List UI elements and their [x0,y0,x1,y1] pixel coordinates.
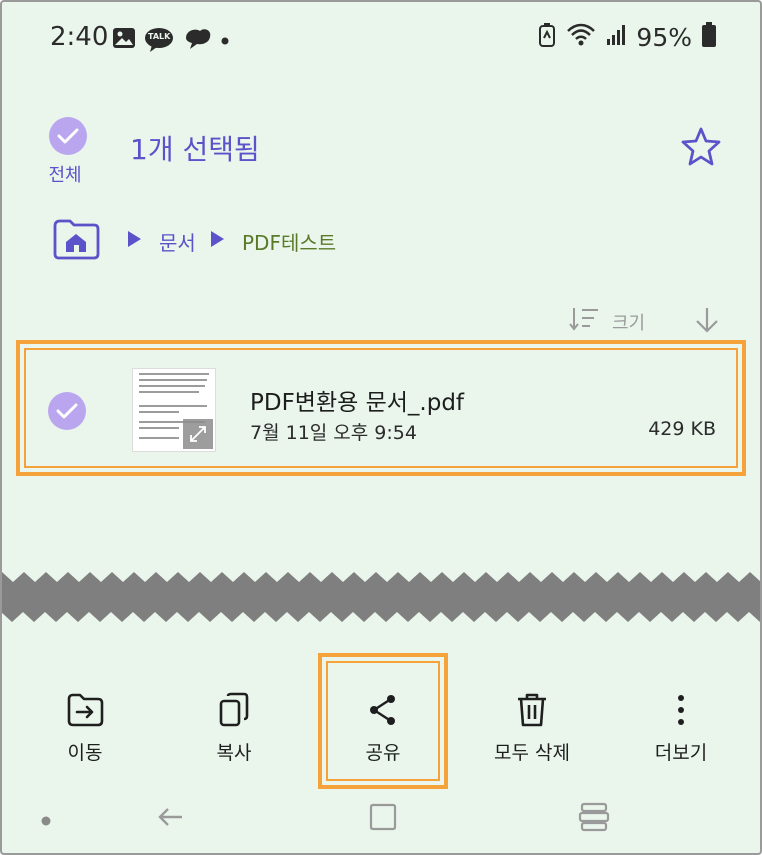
breadcrumb-arrow-icon [211,231,224,247]
file-selected-check-icon[interactable] [48,392,86,430]
delete-all-label: 모두 삭제 [494,742,570,764]
breadcrumb-arrow-icon [128,231,141,247]
expand-preview-icon[interactable] [183,419,213,449]
talk-badge-text: TALK [148,32,171,41]
dot-icon [220,31,230,50]
share-button[interactable]: 공유 [323,690,443,765]
breadcrumb-item-documents[interactable]: 문서 [159,227,196,256]
sort-by-button[interactable]: 크기 [568,306,645,337]
nav-home-icon[interactable] [368,802,398,836]
copy-label: 복사 [216,742,252,764]
more-label: 더보기 [654,742,708,764]
status-right: 95% [538,22,716,52]
home-folder-button[interactable] [52,218,100,264]
file-date: 7월 11일 오후 9:54 [250,422,417,444]
screen-frame: 2:40 TALK 95% 전체 1개 선택됨 문서 PDF테스트 크기 PDF… [0,0,762,855]
copy-button[interactable]: 복사 [174,690,294,765]
breadcrumb-item-pdftest[interactable]: PDF테스트 [242,227,336,256]
sort-icon [568,306,600,337]
delete-all-button[interactable]: 모두 삭제 [472,690,592,765]
battery-saver-icon [538,22,556,52]
select-all-check-icon [49,117,87,155]
move-folder-icon [25,690,145,730]
share-label: 공유 [365,742,401,764]
sort-label: 크기 [612,312,646,334]
share-icon [323,690,443,730]
battery-percent: 95% [636,22,692,52]
nav-dot-icon[interactable] [40,812,52,831]
notification-icons: TALK [112,26,230,54]
chat-bubble-icon [182,26,212,54]
select-all-label: 전체 [48,165,82,186]
move-button[interactable]: 이동 [25,690,145,765]
nav-back-icon[interactable] [156,802,186,836]
pdf-thumbnail [132,368,216,452]
wifi-icon [566,23,596,51]
favorite-star-icon[interactable] [680,126,722,170]
select-all-toggle[interactable]: 전체 [46,117,90,187]
torn-edge-divider [2,572,760,622]
file-size: 429 KB [648,418,716,440]
battery-icon [702,22,716,52]
file-name: PDF변환용 문서_.pdf [250,390,465,416]
gallery-icon [112,27,136,53]
more-vert-icon [621,690,741,730]
signal-icon [606,24,626,50]
trash-icon [472,690,592,730]
move-label: 이동 [67,742,103,764]
page-title: 1개 선택됨 [130,133,260,166]
kakaotalk-icon: TALK [144,27,174,53]
status-time: 2:40 [50,22,109,52]
sort-direction-down-icon[interactable] [694,306,720,338]
copy-icon [174,690,294,730]
more-button[interactable]: 더보기 [621,690,741,765]
nav-recents-icon[interactable] [578,802,610,836]
status-bar: 2:40 TALK 95% [2,20,760,60]
